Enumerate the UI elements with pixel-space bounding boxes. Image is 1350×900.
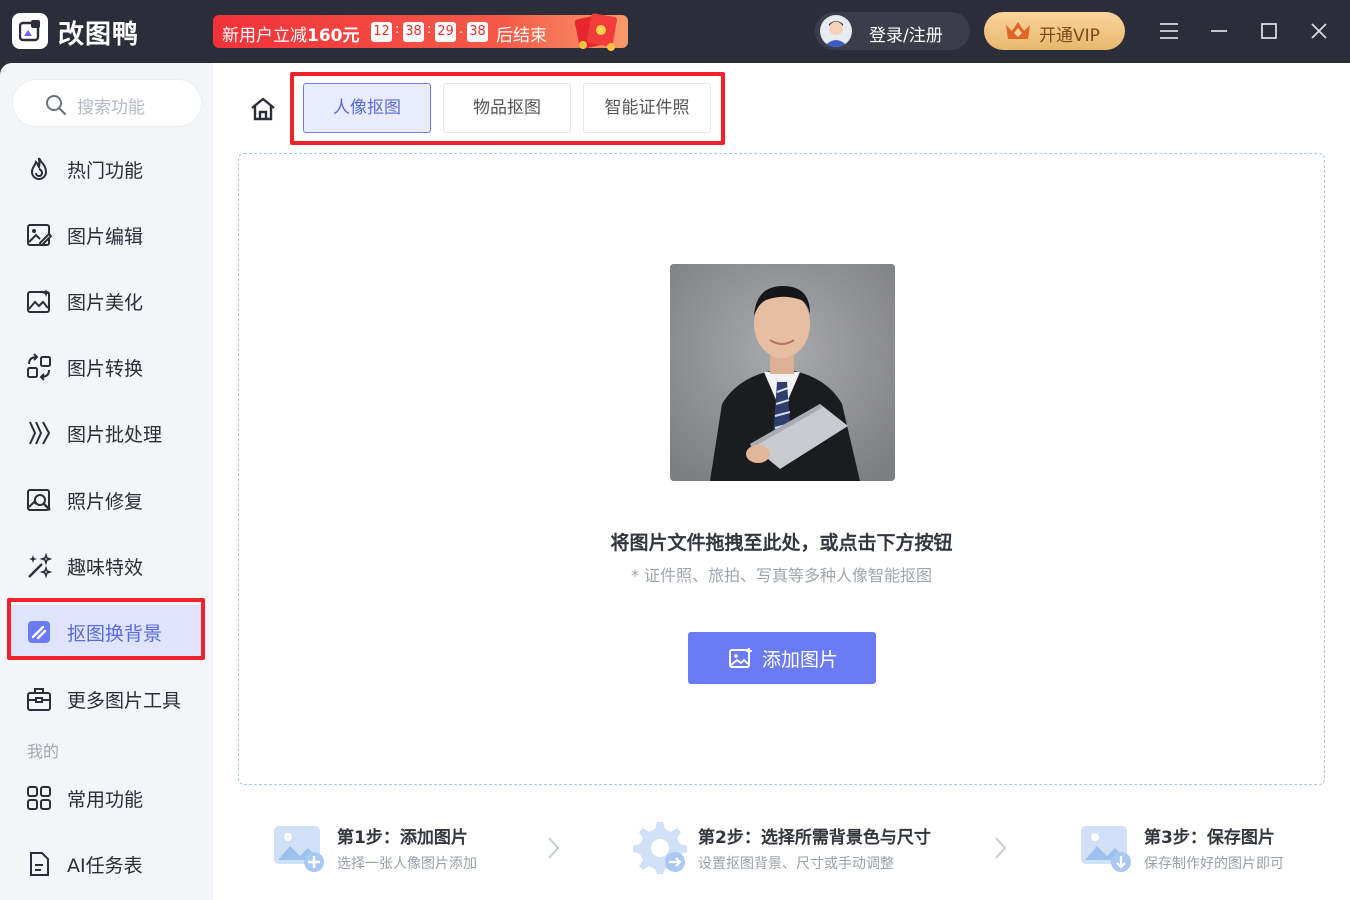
menu-icon[interactable]	[1156, 18, 1182, 44]
add-image-label: 添加图片	[762, 649, 839, 671]
sidebar-item-photo-repair[interactable]: 照片修复	[8, 473, 204, 525]
maximize-icon[interactable]	[1256, 18, 1282, 44]
highlight-outline	[290, 72, 725, 145]
image-save-step-icon	[1081, 826, 1131, 872]
countdown-hours: 12	[371, 22, 392, 42]
sidebar-item-label: 图片转换	[67, 358, 144, 380]
flame-icon	[30, 157, 48, 180]
promo-banner[interactable]: 新用户立减160元 12 : 38 : 29 . 38 后结束	[213, 13, 628, 51]
sidebar-item-favorites[interactable]: 常用功能	[8, 771, 204, 823]
magic-wand-icon	[28, 552, 53, 579]
search-icon	[46, 95, 67, 116]
add-image-button[interactable]: 添加图片	[688, 632, 876, 684]
toolbox-icon	[27, 688, 51, 711]
step-3: 第3步：保存图片 保存制作好的图片即可	[1079, 820, 1339, 880]
sidebar-item-label: AI任务表	[67, 855, 143, 877]
step-title: 第1步：添加图片	[337, 828, 468, 848]
highlight-outline	[7, 598, 205, 660]
settings-step-icon	[633, 822, 687, 874]
promo-amount: 160元	[307, 26, 360, 46]
step-1: 第1步：添加图片 选择一张人像图片添加	[272, 820, 532, 880]
photo-repair-icon	[27, 489, 51, 511]
promo-text: 新用户立减160元	[222, 21, 360, 46]
close-icon[interactable]	[1306, 18, 1332, 44]
chevron-right-icon	[995, 837, 1007, 859]
sidebar-item-label: 常用功能	[67, 789, 144, 811]
image-add-step-icon	[274, 826, 324, 872]
sidebar-item-fun-effects[interactable]: 趣味特效	[8, 539, 204, 591]
image-edit-icon	[27, 224, 53, 246]
image-sparkle-icon	[27, 289, 50, 313]
sidebar-item-more-tools[interactable]: 更多图片工具	[8, 672, 204, 724]
step-description: 保存制作好的图片即可	[1144, 856, 1284, 872]
promo-prefix: 新用户立减	[222, 26, 307, 46]
sidebar-item-ai-tasks[interactable]: AI任务表	[8, 837, 204, 889]
sidebar-item-batch[interactable]: 图片批处理	[8, 406, 204, 458]
sidebar-item-label: 图片编辑	[67, 226, 144, 248]
countdown-minutes: 38	[403, 22, 424, 42]
sidebar-item-label: 趣味特效	[67, 557, 144, 579]
sidebar-item-beautify[interactable]: 图片美化	[8, 274, 204, 326]
vip-button[interactable]: 开通VIP	[984, 12, 1125, 50]
countdown-separator: .	[459, 22, 464, 37]
login-button[interactable]: 登录/注册	[815, 12, 970, 50]
batch-icon	[29, 421, 51, 445]
countdown-separator: :	[395, 22, 400, 37]
countdown-seconds: 29	[435, 22, 456, 42]
convert-icon	[27, 353, 51, 381]
step-title: 第3步：保存图片	[1144, 828, 1275, 848]
main-content: 人像抠图 物品抠图 智能证件照 将图片文件拖拽至此处，或点击下方按钮 * 证件照…	[213, 63, 1350, 900]
red-envelope-icon	[574, 13, 617, 51]
avatar	[820, 15, 852, 47]
step-title: 第2步：选择所需背景色与尺寸	[698, 828, 931, 848]
step-2: 第2步：选择所需背景色与尺寸 设置抠图背景、尺寸或手动调整	[633, 820, 973, 880]
app-name: 改图鸭	[58, 20, 140, 50]
home-icon[interactable]	[249, 95, 277, 123]
countdown-fraction: 38	[467, 22, 488, 42]
login-label: 登录/注册	[869, 26, 943, 46]
section-label-mine: 我的	[27, 742, 60, 761]
sidebar-item-label: 图片美化	[67, 292, 144, 314]
sidebar-item-label: 照片修复	[67, 491, 144, 513]
countdown-separator: :	[427, 22, 432, 37]
add-image-icon	[729, 648, 752, 668]
sidebar: 搜索功能 热门功能 图片编辑 图片美化 图片转换 图片批处理 照片修复 趣味特效…	[0, 63, 213, 900]
app-logo-icon	[12, 13, 48, 49]
minimize-icon[interactable]	[1206, 18, 1232, 44]
sidebar-item-hot[interactable]: 热门功能	[8, 142, 204, 194]
sample-portrait-image	[670, 264, 895, 481]
drop-zone[interactable]: 将图片文件拖拽至此处，或点击下方按钮 * 证件照、旅拍、写真等多种人像智能抠图 …	[238, 153, 1325, 785]
crown-icon	[1006, 22, 1030, 39]
vip-label: 开通VIP	[1039, 26, 1100, 46]
sidebar-item-convert[interactable]: 图片转换	[8, 340, 204, 392]
sidebar-item-label: 热门功能	[67, 160, 144, 182]
title-bar: 改图鸭 新用户立减160元 12 : 38 : 29 . 38 后结束 登录/注…	[0, 0, 1350, 63]
sidebar-item-image-edit[interactable]: 图片编辑	[8, 208, 204, 260]
search-placeholder: 搜索功能	[77, 98, 145, 118]
sidebar-item-label: 图片批处理	[67, 424, 163, 446]
sidebar-item-label: 更多图片工具	[67, 690, 182, 712]
step-description: 选择一张人像图片添加	[337, 856, 477, 872]
promo-suffix: 后结束	[496, 26, 547, 46]
search-input[interactable]: 搜索功能	[12, 79, 202, 127]
step-description: 设置抠图背景、尺寸或手动调整	[698, 856, 894, 872]
document-icon	[30, 852, 49, 876]
chevron-right-icon	[548, 837, 560, 859]
drop-zone-title: 将图片文件拖拽至此处，或点击下方按钮	[610, 532, 953, 554]
grid-icon	[27, 786, 51, 810]
drop-zone-subtitle: * 证件照、旅拍、写真等多种人像智能抠图	[630, 566, 933, 585]
